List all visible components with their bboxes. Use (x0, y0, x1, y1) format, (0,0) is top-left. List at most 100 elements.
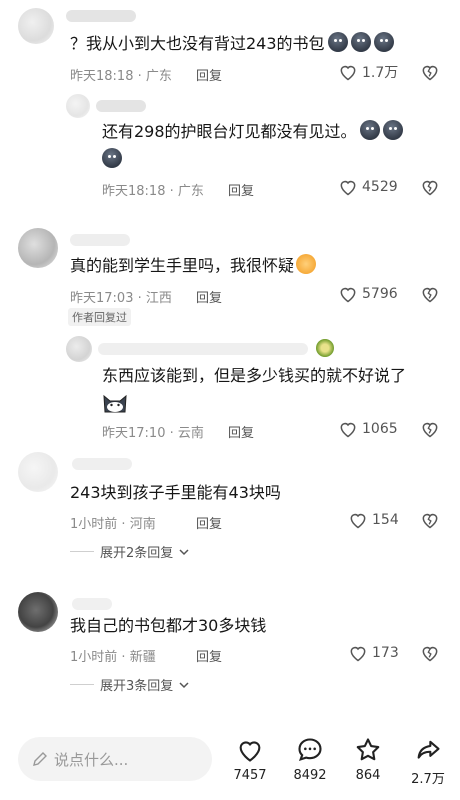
smirk-emoji-icon (102, 148, 122, 168)
comment-text-line2 (102, 148, 122, 172)
heart-outline-icon (340, 287, 356, 303)
username-blurred[interactable] (98, 343, 308, 355)
comment-action-count: 8492 (293, 768, 327, 783)
comment-action-button[interactable]: 8492 (286, 736, 334, 783)
comment-location: 江西 (145, 291, 172, 306)
comment-meta: 昨天17:10 · 云南 (102, 426, 204, 441)
avatar[interactable] (18, 592, 58, 632)
like-button[interactable]: 1065 (338, 419, 398, 439)
like-action-count: 7457 (233, 768, 267, 783)
expand-replies-label: 展开2条回复 (100, 546, 174, 561)
username-blurred[interactable] (70, 234, 130, 246)
smirk-emoji-icon (373, 32, 394, 52)
like-action-button[interactable]: 7457 (226, 736, 274, 783)
comment-location: 广东 (177, 184, 204, 199)
heart-outline-icon (340, 422, 356, 438)
avatar[interactable] (18, 228, 58, 268)
heart-outline-icon (239, 741, 261, 762)
comment-meta: 昨天17:03 · 江西 (70, 291, 172, 306)
like-count: 1065 (362, 421, 398, 437)
avatar[interactable] (66, 336, 92, 362)
username-blurred[interactable] (66, 10, 136, 22)
heart-outline-icon (350, 513, 366, 529)
share-arrow-icon (417, 740, 440, 759)
comment-input[interactable]: 说点什么... (18, 737, 212, 781)
reply-button[interactable]: 回复 (196, 646, 222, 665)
smirk-emoji-icon (327, 32, 348, 52)
like-button[interactable]: 5796 (338, 284, 398, 304)
expand-replies-button[interactable]: 展开2条回复 (70, 542, 189, 561)
comment-meta: 1小时前 · 河南 (70, 517, 156, 532)
username-blurred[interactable] (96, 100, 146, 112)
comment-time: 1小时前 (70, 517, 118, 532)
comment-text: 真的能到学生手里吗，我很怀疑 (70, 254, 317, 278)
like-button[interactable]: 4529 (338, 177, 398, 197)
comment-location: 新疆 (129, 650, 156, 665)
comment-meta: 昨天18:18 · 广东 (70, 69, 172, 84)
comment-time: 昨天17:10 (102, 426, 166, 441)
divider (70, 684, 94, 685)
smirk-emoji-icon (359, 120, 380, 140)
avatar[interactable] (18, 8, 54, 44)
like-count: 4529 (362, 179, 398, 195)
pencil-icon (33, 752, 47, 766)
reply-button[interactable]: 回复 (196, 513, 222, 532)
expand-replies-label: 展开3条回复 (100, 679, 174, 694)
reply-button[interactable]: 回复 (196, 65, 222, 84)
comment-text-content: 真的能到学生手里吗，我很怀疑 (70, 256, 295, 275)
shocked-emoji-icon (296, 254, 317, 274)
divider (70, 551, 94, 552)
smirk-emoji-icon (382, 120, 403, 140)
broken-heart-icon[interactable] (420, 177, 440, 197)
bottom-action-bar: 说点什么... 7457 8492 864 2.7万 (0, 730, 460, 800)
favorite-action-button[interactable]: 864 (344, 736, 392, 783)
cat-sticker-icon (102, 392, 128, 414)
favorite-action-count: 864 (355, 768, 381, 783)
smirk-emoji-icon (350, 32, 371, 52)
comment-input-placeholder: 说点什么... (54, 750, 129, 769)
broken-heart-icon[interactable] (420, 62, 440, 82)
like-count: 1.7万 (362, 65, 399, 81)
author-replied-badge: 作者回复过 (68, 308, 131, 326)
reply-button[interactable]: 回复 (196, 287, 222, 306)
like-button[interactable]: 1.7万 (338, 62, 398, 82)
comment-meta: 1小时前 · 新疆 (70, 650, 156, 665)
comment-time: 1小时前 (70, 650, 118, 665)
avatar[interactable] (66, 94, 90, 118)
broken-heart-icon[interactable] (420, 643, 440, 663)
username-blurred[interactable] (72, 598, 112, 610)
avatar[interactable] (18, 452, 58, 492)
comment-bubble-icon (298, 738, 322, 761)
kiwi-emoji-icon (316, 339, 334, 357)
comment-time: 昨天17:03 (70, 291, 134, 306)
like-button[interactable]: 173 (348, 643, 399, 663)
like-count: 5796 (362, 286, 398, 302)
comment-location: 云南 (177, 426, 204, 441)
chevron-down-icon (179, 681, 189, 688)
reply-button[interactable]: 回复 (228, 422, 254, 441)
comment-location: 河南 (129, 517, 156, 532)
broken-heart-icon[interactable] (420, 510, 440, 530)
heart-outline-icon (350, 646, 366, 662)
expand-replies-button[interactable]: 展开3条回复 (70, 675, 189, 694)
reply-button[interactable]: 回复 (228, 180, 254, 199)
share-action-button[interactable]: 2.7万 (404, 736, 452, 787)
share-action-count: 2.7万 (411, 772, 445, 787)
broken-heart-icon[interactable] (420, 419, 440, 439)
like-count: 173 (372, 645, 399, 661)
star-icon (356, 738, 380, 761)
heart-outline-icon (340, 65, 356, 81)
heart-outline-icon (340, 180, 356, 196)
broken-heart-icon[interactable] (420, 284, 440, 304)
comment-time: 昨天18:18 (102, 184, 166, 199)
comment-text: 我自己的书包都才30多块钱 (70, 616, 267, 635)
username-blurred[interactable] (72, 458, 132, 470)
comment-text: ？我从小到大也没有背过243的书包 (70, 32, 394, 56)
chevron-down-icon (179, 548, 189, 555)
like-button[interactable]: 154 (348, 510, 399, 530)
comment-text-content: 还有298的护眼台灯见都没有见过。 (102, 122, 357, 141)
comment-location: 广东 (145, 69, 172, 84)
comment-time: 昨天18:18 (70, 69, 134, 84)
comment-text: 东西应该能到，但是多少钱买的就不好说了 (102, 366, 407, 385)
comment-meta: 昨天18:18 · 广东 (102, 184, 204, 199)
